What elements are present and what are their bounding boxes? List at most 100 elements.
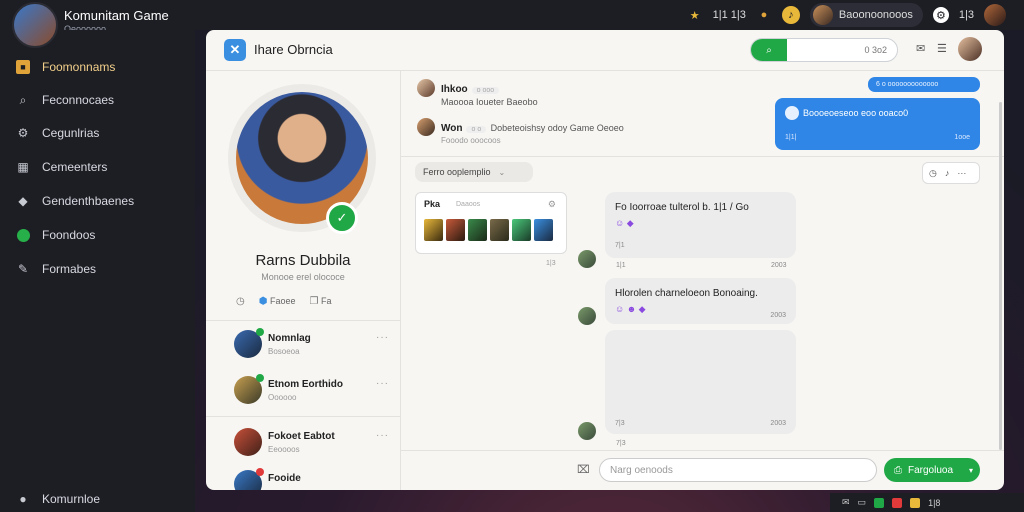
reaction-icons: ☺ ☻ ◆ — [615, 304, 646, 314]
calendar-icon: ▦ — [17, 160, 29, 174]
message-item: Ihkoo o ooo Maoooa Ioueter Baeobo — [417, 79, 538, 107]
contact-sub: Oooooo — [268, 393, 297, 402]
divider — [401, 156, 1004, 157]
contact-item[interactable]: Etnom Eorthido Oooooo ··· — [234, 374, 389, 408]
contact-item[interactable]: Nomnlag Bosoeoa ··· — [234, 328, 389, 362]
more-icon[interactable]: ··· — [957, 168, 966, 178]
thumbnail[interactable] — [424, 219, 443, 241]
more-icon[interactable]: ··· — [376, 430, 389, 441]
contact-item[interactable]: Fokoet Eabtot Eeoooos ··· — [234, 428, 389, 460]
chat-tools: ◷ ♪ ··· — [922, 162, 980, 184]
app-icon[interactable] — [874, 497, 885, 508]
scrollbar[interactable] — [999, 102, 1002, 450]
bell-icon[interactable]: ♪ — [781, 6, 800, 24]
profile-avatar[interactable] — [984, 4, 1006, 26]
filter-label: Ferro ooplemplio — [423, 167, 491, 177]
profile-panel: ✓ Rarns Dubbila Monooe erel olococe ◷ ⬢ … — [206, 70, 401, 490]
avatar[interactable] — [958, 37, 982, 61]
search-icon: ⌕ — [19, 92, 27, 107]
settings-icon[interactable]: ⚙ — [932, 7, 949, 23]
contact-sub: Eeoooos — [268, 445, 300, 454]
tag-icon: ◆ — [18, 194, 28, 208]
thumbnail-strip — [424, 219, 553, 241]
close-button[interactable]: ✕ — [224, 39, 246, 61]
reply-tag[interactable]: 6 o ooooooooooooo — [868, 77, 980, 92]
bubble-text: Boooeoeseoo eoo ooaco0 — [803, 108, 909, 118]
message-item: Won o o Dobeteoishsy odoy Game Oeoeo Fooo… — [417, 118, 624, 145]
sidebar-item-label: Cegunlrias — [42, 126, 100, 140]
chat-window: ✕ Ihare Obrncia ⌕ 0 3o2 ✉ ☰ ✓ Rarns Dubb… — [206, 30, 1004, 490]
card-tag: Daaoos — [456, 201, 481, 208]
emoji-icon — [785, 106, 799, 120]
app-title: Komunitam Game — [64, 8, 169, 23]
thumbnail[interactable] — [490, 219, 509, 241]
user-menu[interactable]: Baoonoonooos — [809, 3, 923, 27]
incoming-bubble: 7|3 2003 — [605, 330, 796, 434]
search-value: 0 3o2 — [864, 45, 887, 55]
thumbnail[interactable] — [468, 219, 487, 241]
settings-icon[interactable]: ⚙ — [548, 199, 556, 210]
sidebar-footer[interactable]: ● Komurnloe — [16, 492, 100, 506]
sidebar-item-online[interactable]: Foondoos — [16, 228, 95, 242]
incoming-bubble: Fo Ioorroae tulterol b. 1|1 / Go ☺ ◆ 7|1 — [605, 192, 796, 258]
bubble-text: Hlorolen charneloeon Bonoaing. — [615, 288, 758, 299]
chat-area: Ihkoo o ooo Maoooa Ioueter Baeobo Won o o … — [401, 70, 1004, 490]
search-box[interactable]: ⌕ 0 3o2 — [750, 38, 898, 62]
app-icon[interactable] — [910, 497, 921, 508]
action-primary-label: Faoee — [269, 296, 296, 306]
clock-icon[interactable]: ◷ — [929, 168, 937, 179]
action-secondary[interactable]: ❐ Fa — [310, 296, 332, 307]
sidebar-item-tags[interactable]: ◆ Gendenthbaenes — [16, 194, 134, 208]
user-name: Baoonoonooos — [838, 9, 913, 21]
contact-name: Nomnlag — [268, 333, 311, 344]
media-card[interactable]: Pka Daaoos ⚙ — [415, 192, 567, 254]
message-text: Dobeteoishsy odoy Game Oeoeo — [490, 123, 624, 133]
window-icon[interactable]: ▭ — [858, 497, 867, 508]
sidebar-item-label: Gendenthbaenes — [42, 194, 135, 208]
send-button[interactable]: ⎙ Fargoluoa ▾ — [884, 458, 980, 482]
card-time: 1|3 — [546, 260, 556, 267]
contact-item[interactable]: Fooide — [234, 468, 389, 490]
avatar — [578, 250, 596, 268]
attach-icon[interactable]: ⌧ — [577, 463, 590, 476]
clock-icon[interactable]: ◷ — [236, 296, 245, 307]
sidebar-item-settings[interactable]: ⚙ Cegunlrias — [16, 126, 100, 140]
bubble-time-left: 7|3 — [615, 420, 625, 427]
app-logo[interactable] — [12, 2, 58, 48]
avatar — [234, 428, 262, 456]
tray-value: 1|8 — [928, 497, 941, 508]
app-icon[interactable] — [892, 497, 903, 508]
message-sub: Fooodo ooocoos — [441, 136, 501, 145]
stat-value: 1|1 1|3 — [712, 9, 746, 21]
thumbnail[interactable] — [512, 219, 531, 241]
bubble-time-left: 1|1 — [616, 262, 626, 269]
bubble-time-right: 1ooe — [954, 134, 970, 141]
user-icon: ● — [19, 492, 27, 506]
status-badge — [256, 374, 264, 382]
more-icon[interactable]: ··· — [376, 332, 389, 343]
menu-icon[interactable]: ☰ — [937, 42, 947, 55]
trophy-icon[interactable]: ★ — [687, 7, 703, 23]
chat-icon[interactable]: ✉ — [842, 497, 850, 508]
sidebar-item-tools[interactable]: ✎ Formabes — [16, 262, 96, 276]
mic-icon[interactable]: ♪ — [945, 168, 950, 178]
bubble-time-right: 2003 — [770, 312, 786, 319]
outgoing-bubble: Boooeoeseoo eoo ooaco0 1|1| 1ooe — [775, 98, 980, 150]
chevron-down-icon: ▾ — [969, 465, 974, 475]
message-input[interactable]: Narg oenoods — [599, 458, 877, 482]
badge-count: 1|3 — [958, 9, 974, 21]
coin-icon[interactable]: ● — [756, 7, 772, 23]
sidebar-item-search[interactable]: ⌕ Feconnocaes — [16, 92, 114, 108]
sidebar-item-home[interactable]: ■ Foomonnams — [16, 60, 115, 74]
sidebar-item-calendar[interactable]: ▦ Cemeenters — [16, 160, 107, 174]
more-icon[interactable]: ··· — [376, 378, 389, 389]
action-primary[interactable]: ⬢ Faoee — [259, 296, 296, 307]
sender-tag: o o — [466, 126, 487, 133]
chat-icon[interactable]: ✉ — [916, 42, 925, 55]
reaction-icons: ☺ ◆ — [615, 218, 634, 228]
card-name: Pka — [424, 199, 441, 209]
filter-dropdown[interactable]: Ferro ooplemplio ⌄ — [415, 162, 533, 182]
thumbnail[interactable] — [534, 219, 553, 241]
search-icon[interactable]: ⌕ — [751, 39, 787, 61]
thumbnail[interactable] — [446, 219, 465, 241]
